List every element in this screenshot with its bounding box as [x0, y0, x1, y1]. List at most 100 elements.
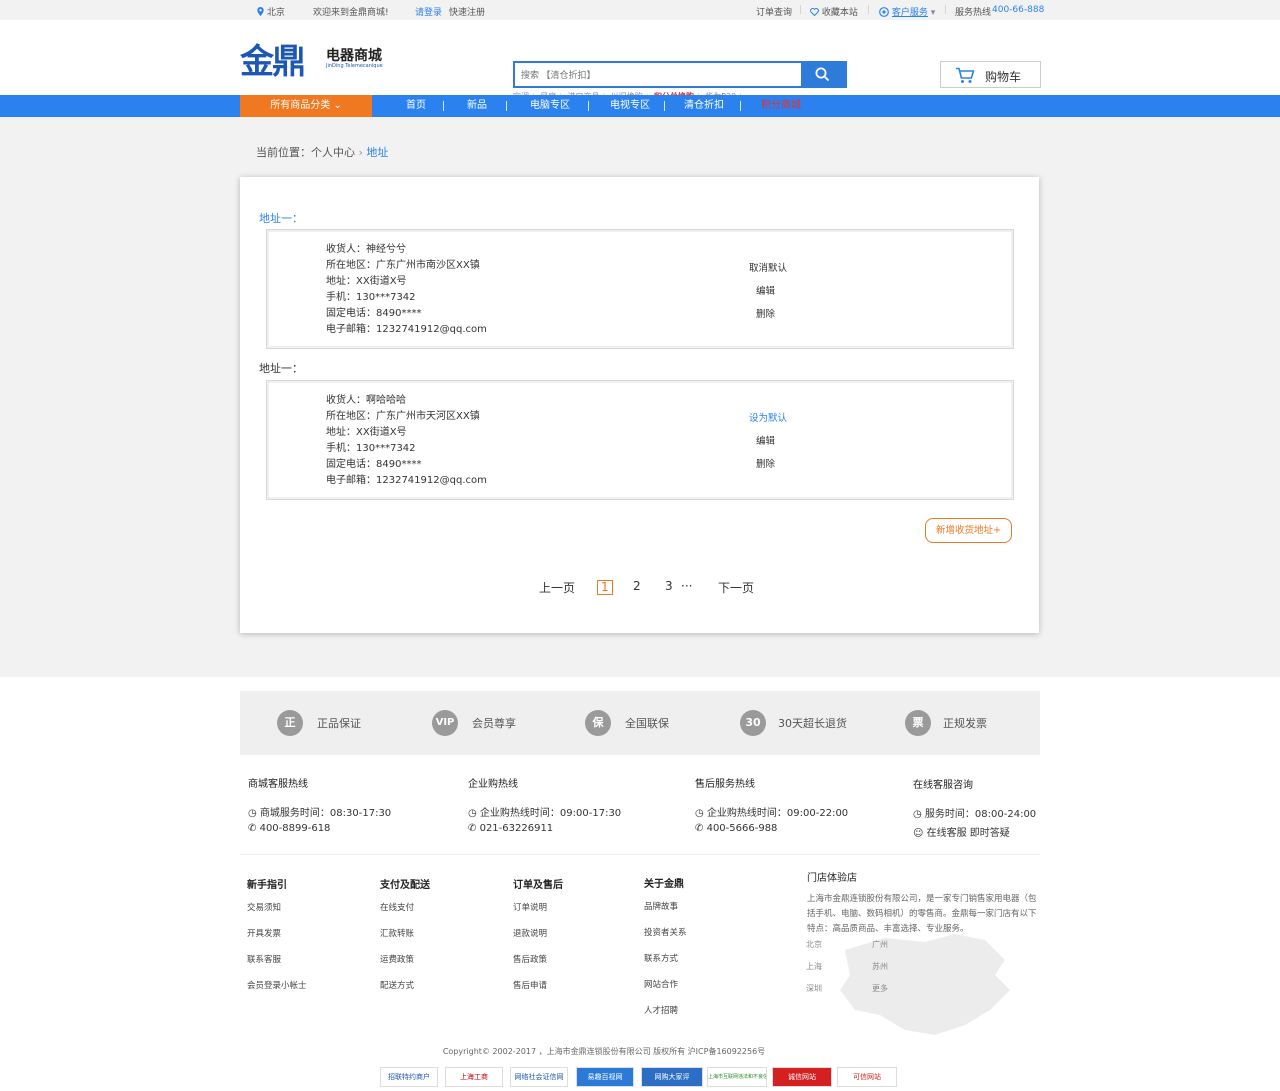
register-link[interactable]: 快速注册	[449, 5, 485, 18]
chevron-down-icon: ⌄	[333, 100, 342, 111]
footer-link[interactable]: 开具发票	[247, 927, 307, 953]
map-city[interactable]: 上海	[806, 961, 822, 972]
footer-link[interactable]: 品牌故事	[644, 900, 687, 926]
recipient: 收货人：啊哈哈哈	[326, 395, 406, 406]
pagination-ellipsis: ···	[681, 579, 693, 593]
footer-link[interactable]: 运费政策	[380, 953, 430, 979]
vip-icon: VIP	[432, 710, 458, 736]
store-info: 门店体验店 上海市金鼎连锁股份有限公司，是一家专门销售家用电器（包括手机、电脑、…	[807, 869, 1040, 937]
main-nav: 所有商品分类 ⌄ 首页 新品 电脑专区 电视专区 清仓折扣 积分商城	[0, 95, 1280, 117]
nav-item-computers[interactable]: 电脑专区	[530, 95, 570, 117]
map-city[interactable]: 广州	[872, 939, 888, 950]
footer-link[interactable]: 订单说明	[513, 901, 563, 927]
footer-link[interactable]: 退款说明	[513, 927, 563, 953]
login-link[interactable]: 请登录	[415, 5, 442, 18]
hotline-title: 企业购热线	[468, 779, 518, 790]
breadcrumb-prefix[interactable]: 当前位置：个人中心	[256, 146, 355, 159]
region: 所在地区：广东广州市天河区XX镇	[326, 411, 480, 422]
divider	[740, 101, 741, 111]
page-3[interactable]: 3	[665, 579, 673, 593]
map-city[interactable]: 深圳	[806, 983, 822, 994]
footer-link[interactable]: 联系客服	[247, 953, 307, 979]
divider	[664, 101, 665, 111]
return-30-icon: 30	[740, 710, 766, 736]
unionpay-badge[interactable]: 招联特约商户	[380, 1067, 438, 1087]
cart-label: 购物车	[985, 70, 1022, 84]
credit-net-badge[interactable]: 网络社会证信网	[510, 1067, 568, 1087]
search-box	[513, 61, 847, 88]
recipient: 收货人：神经兮兮	[326, 244, 406, 255]
footer-link[interactable]: 汇款转账	[380, 927, 430, 953]
logo[interactable]: 金鼎 电器商城 JinDing Telemecanique	[240, 34, 390, 82]
warranty-icon: 保	[585, 710, 611, 736]
guarantee-label: 全国联保	[625, 717, 669, 730]
divider: |	[799, 5, 803, 15]
edit-button[interactable]: 编辑	[756, 433, 775, 447]
footer-column-title: 新手指引	[247, 880, 287, 891]
footer-link[interactable]: 网站合作	[644, 978, 687, 1004]
set-default-button[interactable]: 设为默认	[749, 410, 787, 424]
welcome-text: 欢迎来到金鼎商城!	[313, 8, 389, 18]
online-service-link[interactable]: 在线客服 即时答疑	[927, 828, 1010, 839]
report-center-badge[interactable]: 上海市互联网违法和不良信息举报中心	[707, 1067, 767, 1087]
shanghai-aic-badge[interactable]: 上海工商	[445, 1067, 503, 1087]
footer-link[interactable]: 售后申请	[513, 979, 563, 1005]
footer-link[interactable]: 配送方式	[380, 979, 430, 1005]
delete-button[interactable]: 删除	[756, 456, 775, 470]
breadcrumb-current: 地址	[366, 146, 389, 159]
footer-link[interactable]: 投资者关系	[644, 926, 687, 952]
mobile: 手机：130***7342	[326, 443, 416, 454]
order-query-link[interactable]: 订单查询	[756, 5, 792, 18]
edit-button[interactable]: 编辑	[756, 283, 775, 297]
delete-button[interactable]: 删除	[756, 306, 775, 320]
hotline-time: 商城服务时间：08:30-17:30	[259, 808, 392, 819]
street: 地址：XX街道X号	[326, 427, 407, 438]
map-city[interactable]: 苏州	[872, 961, 888, 972]
footer-link[interactable]: 售后政策	[513, 953, 563, 979]
headset-icon	[879, 7, 889, 17]
footer-link[interactable]: 人才招聘	[644, 1004, 687, 1030]
address-title: 地址一：	[259, 212, 303, 225]
page-1[interactable]: 1	[597, 580, 613, 595]
divider	[588, 101, 589, 111]
verified-site-badge[interactable]: 可信网站	[837, 1067, 897, 1087]
location[interactable]: 北京	[257, 5, 285, 18]
header: 金鼎 电器商城 JinDing Telemecanique 空调| 风扇| 进口…	[0, 20, 1280, 101]
add-address-button[interactable]: 新增收货地址+	[925, 518, 1012, 543]
review-badge[interactable]: 网购大家评	[641, 1067, 703, 1087]
genuine-icon: 正	[277, 710, 303, 736]
footer-link[interactable]: 会员登录小帐士	[247, 979, 307, 1005]
nav-item-clearance[interactable]: 清仓折扣	[684, 95, 724, 117]
nav-item-new[interactable]: 新品	[467, 95, 487, 117]
street: 地址：XX街道X号	[326, 276, 407, 287]
guarantee-label: 会员尊享	[472, 717, 516, 730]
nav-item-points-mall[interactable]: 积分商城	[761, 95, 801, 117]
nav-item-home[interactable]: 首页	[406, 95, 426, 117]
guarantee-label: 正规发票	[943, 717, 987, 730]
address-title: 地址一：	[259, 362, 303, 375]
cancel-default-button[interactable]: 取消默认	[749, 260, 787, 274]
footer-link[interactable]: 联系方式	[644, 952, 687, 978]
hotline-title: 在线客服咨询	[913, 780, 973, 791]
prev-page-button[interactable]: 上一页	[539, 579, 575, 596]
guarantee-label: 30天超长退货	[778, 717, 847, 730]
location-pin-icon	[257, 7, 264, 16]
nav-item-tv[interactable]: 电视专区	[610, 95, 650, 117]
map-city[interactable]: 北京	[806, 939, 822, 950]
favorite-link[interactable]: 收藏本站	[810, 5, 858, 18]
logo-mark: 金鼎	[240, 42, 306, 82]
search-icon	[815, 67, 830, 82]
quality-badge[interactable]: 易趣百视网	[576, 1067, 634, 1087]
map-city[interactable]: 更多	[872, 983, 888, 994]
cart-button[interactable]: 购物车	[940, 61, 1041, 88]
footer-link[interactable]: 交易须知	[247, 901, 307, 927]
next-page-button[interactable]: 下一页	[718, 579, 754, 596]
all-categories-menu[interactable]: 所有商品分类 ⌄	[240, 95, 372, 117]
page-2[interactable]: 2	[633, 579, 641, 593]
customer-service-menu[interactable]: 客户服务 ▾	[879, 5, 935, 18]
search-input[interactable]	[515, 63, 803, 86]
trusted-site-badge[interactable]: 诚信网站	[772, 1067, 832, 1087]
search-button[interactable]	[801, 63, 845, 86]
footer-link[interactable]: 在线支付	[380, 901, 430, 927]
clock-icon: ◷	[468, 808, 477, 819]
